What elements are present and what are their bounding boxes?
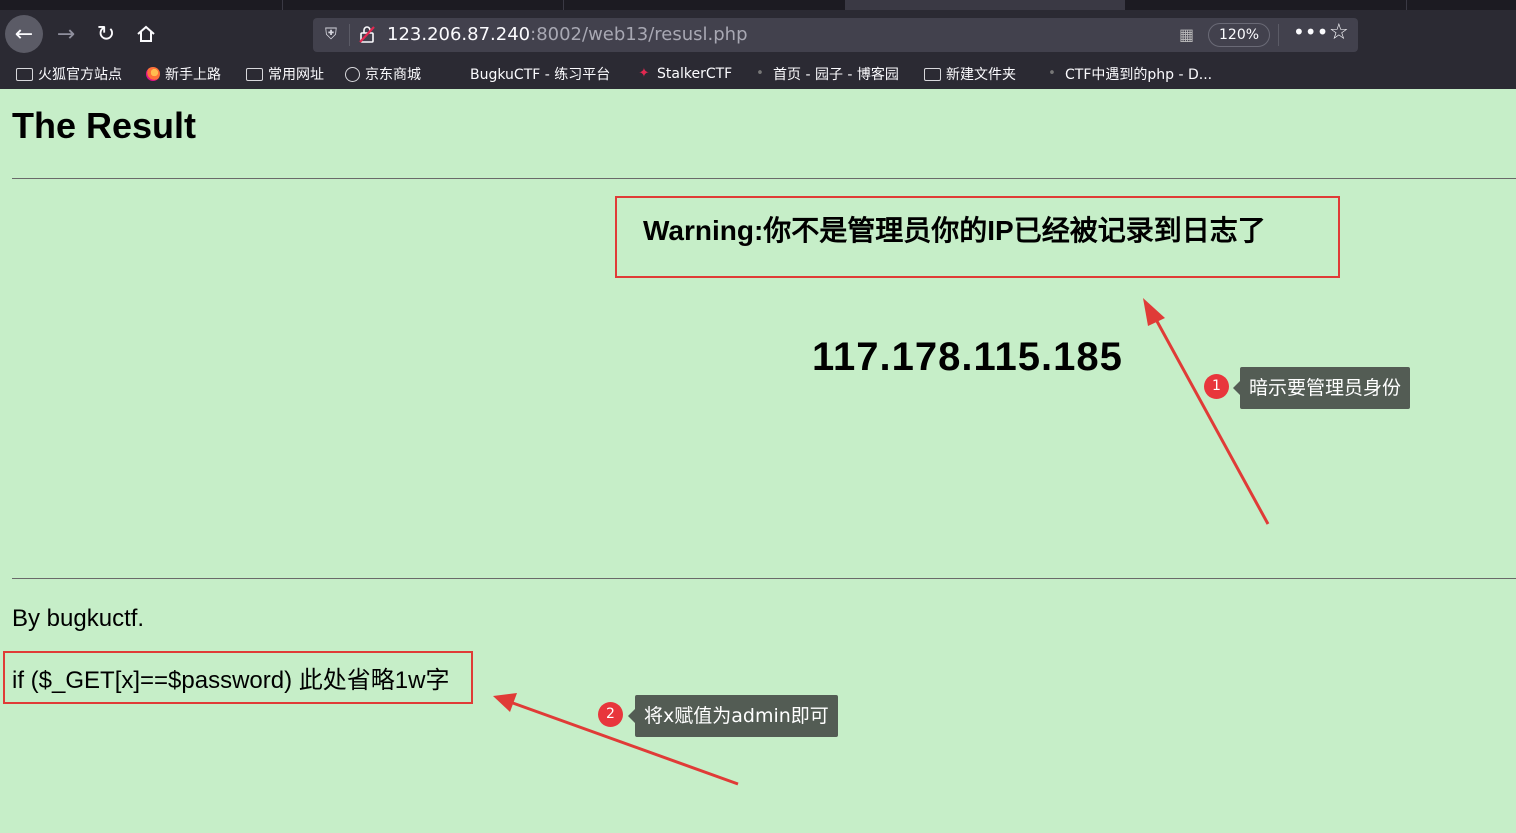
annotation-tooltip: 暗示要管理员身份 xyxy=(1232,367,1411,409)
annotation-arrow-1 xyxy=(1143,298,1270,525)
annotation-badge: 2 xyxy=(598,702,623,727)
annotation-tooltip: 将x赋值为admin即可 xyxy=(628,695,838,737)
annotation-badge: 1 xyxy=(1204,374,1229,399)
